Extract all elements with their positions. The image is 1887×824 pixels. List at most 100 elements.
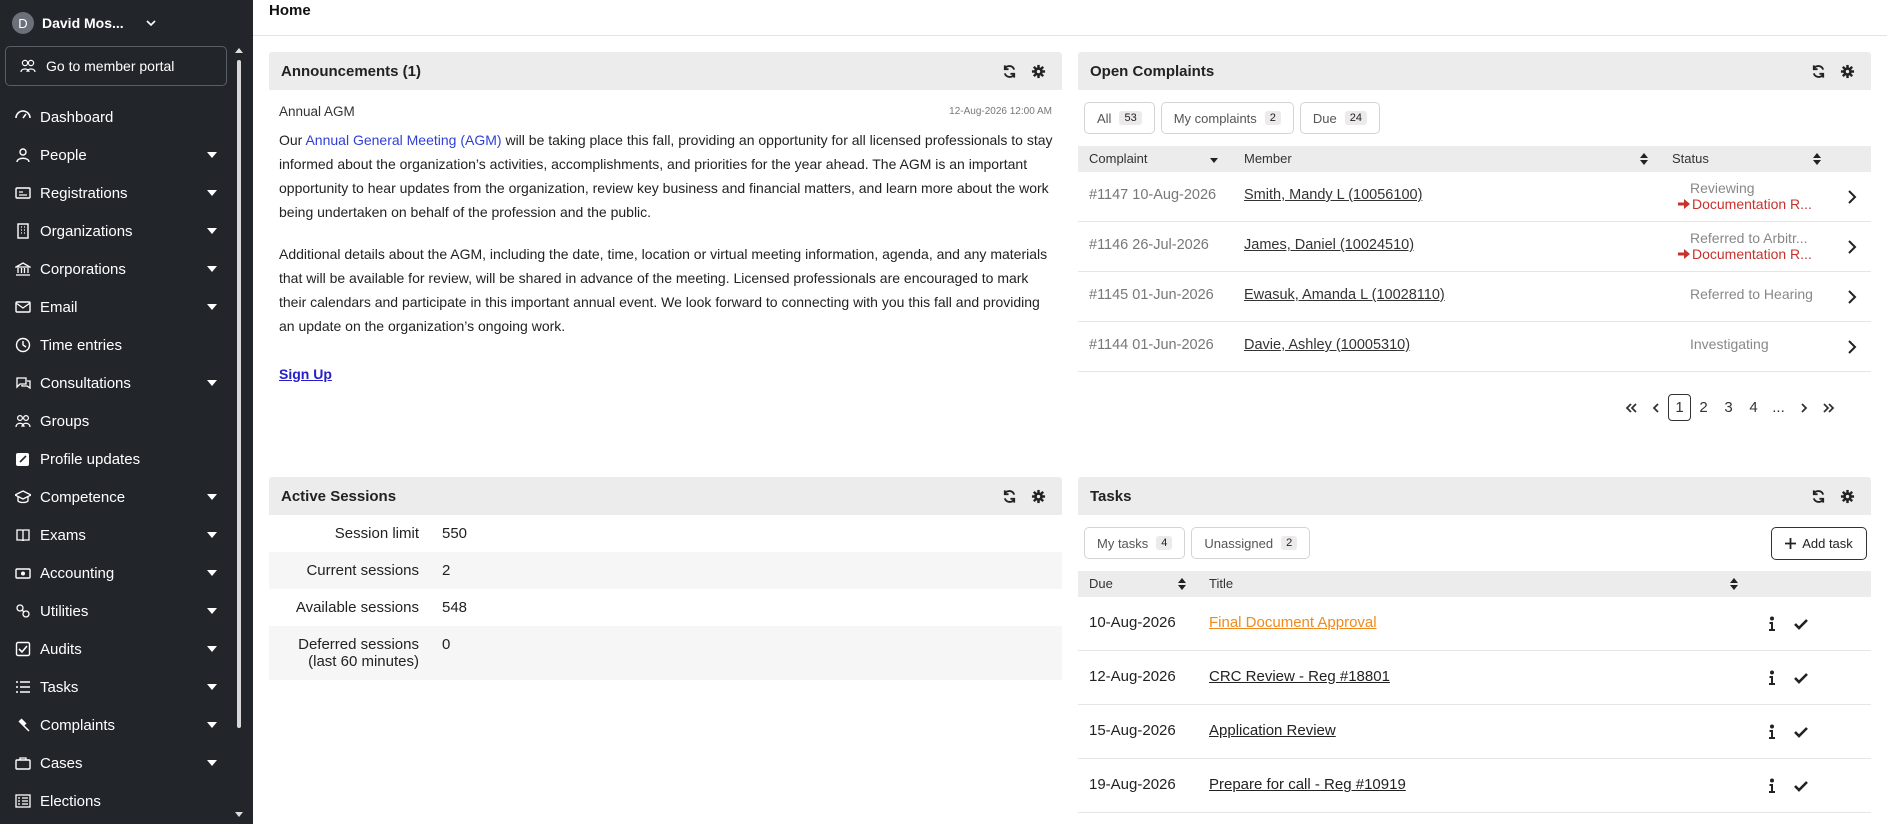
- caret-down-icon[interactable]: [207, 152, 217, 158]
- sort-icon[interactable]: [1730, 578, 1738, 590]
- caret-down-icon[interactable]: [207, 190, 217, 196]
- sidebar-item-registrations[interactable]: Registrations: [0, 174, 232, 212]
- caret-down-icon[interactable]: [207, 608, 217, 614]
- page-link[interactable]: ...: [1766, 394, 1791, 421]
- sidebar-item-dashboard[interactable]: Dashboard: [0, 98, 232, 136]
- table-row[interactable]: #1145 01-Jun-2026 Ewasuk, Amanda L (10028…: [1078, 272, 1871, 322]
- task-title-link[interactable]: Prepare for call - Reg #10919: [1209, 776, 1406, 793]
- sidebar-item-email[interactable]: Email: [0, 288, 232, 326]
- sidebar-item-exams[interactable]: Exams: [0, 516, 232, 554]
- caret-down-icon[interactable]: [207, 684, 217, 690]
- add-task-button[interactable]: Add task: [1771, 527, 1867, 560]
- refresh-icon[interactable]: [1811, 489, 1826, 504]
- refresh-icon[interactable]: [1002, 489, 1017, 504]
- task-title-link[interactable]: CRC Review - Reg #18801: [1209, 668, 1390, 685]
- column-member[interactable]: Member: [1244, 151, 1292, 166]
- sort-icon[interactable]: [1178, 578, 1186, 590]
- sidebar-item-consultations[interactable]: Consultations: [0, 364, 232, 402]
- caret-down-icon[interactable]: [207, 494, 217, 500]
- caret-down-icon[interactable]: [207, 266, 217, 272]
- column-title[interactable]: Title: [1209, 576, 1233, 591]
- info-icon[interactable]: [1768, 724, 1776, 740]
- sidebar-item-corporations[interactable]: Corporations: [0, 250, 232, 288]
- caret-down-icon[interactable]: [207, 532, 217, 538]
- sort-icon[interactable]: [1640, 153, 1648, 165]
- sidebar-item-groups[interactable]: Groups: [0, 402, 232, 440]
- agm-link[interactable]: Annual General Meeting (AGM): [305, 132, 501, 148]
- last-page-icon[interactable]: [1816, 394, 1841, 421]
- scroll-down-arrow-icon[interactable]: [235, 812, 243, 817]
- sidebar-item-competence[interactable]: Competence: [0, 478, 232, 516]
- check-icon[interactable]: [1794, 725, 1808, 739]
- task-title-link[interactable]: Final Document Approval: [1209, 614, 1377, 631]
- gear-icon[interactable]: [1840, 64, 1855, 79]
- info-icon[interactable]: [1768, 778, 1776, 794]
- check-icon[interactable]: [1794, 671, 1808, 685]
- sidebar-item-people[interactable]: People: [0, 136, 232, 174]
- caret-down-icon[interactable]: [207, 760, 217, 766]
- current-page[interactable]: 1: [1668, 394, 1691, 421]
- chevron-right-icon[interactable]: [1847, 190, 1857, 204]
- sidebar-item-complaints[interactable]: Complaints: [0, 706, 232, 744]
- table-row[interactable]: #1147 10-Aug-2026 Smith, Mandy L (1005610…: [1078, 172, 1871, 222]
- gear-icon[interactable]: [1840, 489, 1855, 504]
- sidebar-item-elections[interactable]: Elections: [0, 782, 232, 820]
- column-status[interactable]: Status: [1672, 151, 1709, 166]
- sidebar-item-audits[interactable]: Audits: [0, 630, 232, 668]
- caret-down-icon[interactable]: [207, 570, 217, 576]
- table-row[interactable]: #1144 01-Jun-2026 Davie, Ashley (10005310…: [1078, 322, 1871, 372]
- page-link[interactable]: 4: [1741, 394, 1766, 421]
- info-icon[interactable]: [1768, 616, 1776, 632]
- gear-icon[interactable]: [1031, 64, 1046, 79]
- chevron-right-icon[interactable]: [1847, 340, 1857, 354]
- member-link[interactable]: Ewasuk, Amanda L (10028110): [1244, 287, 1445, 303]
- next-page-icon[interactable]: [1791, 394, 1816, 421]
- filter-due[interactable]: Due 24: [1299, 102, 1381, 134]
- sign-up-link[interactable]: Sign Up: [279, 366, 332, 382]
- gear-icon[interactable]: [1031, 489, 1046, 504]
- sort-desc-icon[interactable]: [1210, 155, 1218, 167]
- chevron-right-icon[interactable]: [1847, 290, 1857, 304]
- first-page-icon[interactable]: [1618, 394, 1643, 421]
- refresh-icon[interactable]: [1002, 64, 1017, 79]
- filter-all[interactable]: All 53: [1084, 102, 1155, 134]
- check-icon[interactable]: [1794, 779, 1808, 793]
- table-row[interactable]: 15-Aug-2026 Application Review: [1078, 705, 1871, 759]
- refresh-icon[interactable]: [1811, 64, 1826, 79]
- scroll-up-arrow-icon[interactable]: [235, 48, 243, 53]
- sort-icon[interactable]: [1813, 153, 1821, 165]
- caret-down-icon[interactable]: [207, 304, 217, 310]
- check-icon[interactable]: [1794, 617, 1808, 631]
- sidebar-item-tasks[interactable]: Tasks: [0, 668, 232, 706]
- sidebar-item-cases[interactable]: Cases: [0, 744, 232, 782]
- member-link[interactable]: James, Daniel (10024510): [1244, 237, 1414, 253]
- column-due[interactable]: Due: [1089, 576, 1113, 591]
- column-complaint[interactable]: Complaint: [1089, 151, 1148, 166]
- chevron-right-icon[interactable]: [1847, 240, 1857, 254]
- sidebar-scroll-thumb[interactable]: [237, 60, 241, 728]
- caret-down-icon[interactable]: [207, 228, 217, 234]
- member-portal-button[interactable]: Go to member portal: [5, 46, 227, 86]
- page-link[interactable]: 2: [1691, 394, 1716, 421]
- member-link[interactable]: Davie, Ashley (10005310): [1244, 337, 1410, 353]
- table-row[interactable]: 12-Aug-2026 CRC Review - Reg #18801: [1078, 651, 1871, 705]
- table-row[interactable]: 10-Aug-2026 Final Document Approval: [1078, 597, 1871, 651]
- sidebar-item-accounting[interactable]: Accounting: [0, 554, 232, 592]
- caret-down-icon[interactable]: [207, 380, 217, 386]
- caret-down-icon[interactable]: [207, 722, 217, 728]
- user-menu[interactable]: D David Mos...: [12, 11, 156, 35]
- prev-page-icon[interactable]: [1643, 394, 1668, 421]
- sidebar-item-profile-updates[interactable]: Profile updates: [0, 440, 232, 478]
- page-link[interactable]: 3: [1716, 394, 1741, 421]
- sidebar-item-utilities[interactable]: Utilities: [0, 592, 232, 630]
- filter-my-tasks[interactable]: My tasks 4: [1084, 527, 1186, 559]
- filter-unassigned[interactable]: Unassigned 2: [1191, 527, 1311, 559]
- table-row[interactable]: 19-Aug-2026 Prepare for call - Reg #10919: [1078, 759, 1871, 813]
- filter-my-complaints[interactable]: My complaints 2: [1160, 102, 1294, 134]
- sidebar-item-organizations[interactable]: Organizations: [0, 212, 232, 250]
- sidebar-item-time-entries[interactable]: Time entries: [0, 326, 232, 364]
- task-title-link[interactable]: Application Review: [1209, 722, 1336, 739]
- table-row[interactable]: #1146 26-Jul-2026 James, Daniel (10024510…: [1078, 222, 1871, 272]
- member-link[interactable]: Smith, Mandy L (10056100): [1244, 187, 1422, 203]
- info-icon[interactable]: [1768, 670, 1776, 686]
